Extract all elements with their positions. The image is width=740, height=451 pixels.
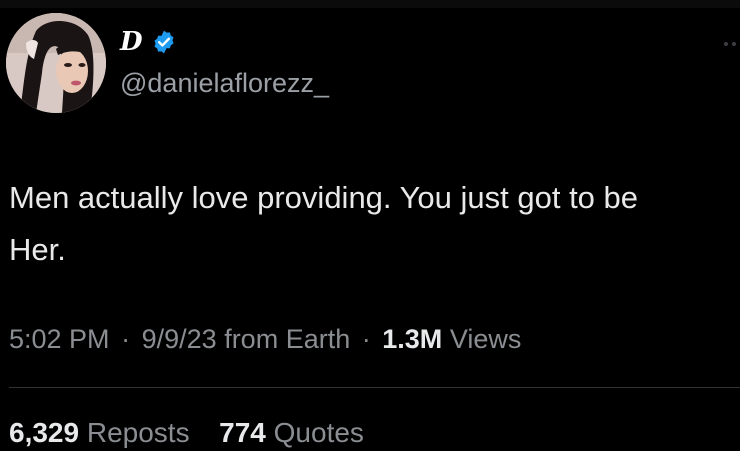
tweet-source: from Earth <box>224 324 351 354</box>
engagement-stats: 6,329 Reposts 774 Quotes <box>9 419 364 447</box>
more-options-icon[interactable] <box>722 36 740 46</box>
author-display-name[interactable]: D <box>120 29 143 55</box>
reposts-link[interactable]: 6,329 Reposts <box>9 417 197 448</box>
verified-badge-icon <box>151 29 177 55</box>
tweet-text-line-2: Her. <box>9 232 66 267</box>
quotes-count: 774 <box>219 417 266 448</box>
tweet-meta: 5:02 PM · 9/9/23 from Earth · 1.3M Views <box>9 326 521 353</box>
author-name-row: D <box>120 24 177 60</box>
tweet-date[interactable]: 9/9/23 <box>142 324 217 354</box>
avatar-image <box>6 13 106 113</box>
meta-separator: · <box>121 324 131 354</box>
quotes-link[interactable]: 774 Quotes <box>219 417 364 448</box>
tweet-time[interactable]: 5:02 PM <box>9 324 110 354</box>
reposts-label: Reposts <box>86 417 190 448</box>
quotes-label: Quotes <box>273 417 364 448</box>
tweet-text-line-1: Men actually love providing. You just go… <box>9 180 639 215</box>
meta-separator-2: · <box>361 324 371 354</box>
reposts-count: 6,329 <box>9 417 80 448</box>
views-count: 1.3M <box>382 324 443 354</box>
avatar[interactable] <box>6 13 106 113</box>
author-handle[interactable]: @danielaflorezz_ <box>120 70 329 97</box>
views-label: Views <box>449 324 522 354</box>
top-edge-bar <box>0 0 740 8</box>
divider <box>9 387 740 388</box>
tweet-text: Men actually love providing. You just go… <box>9 172 740 276</box>
